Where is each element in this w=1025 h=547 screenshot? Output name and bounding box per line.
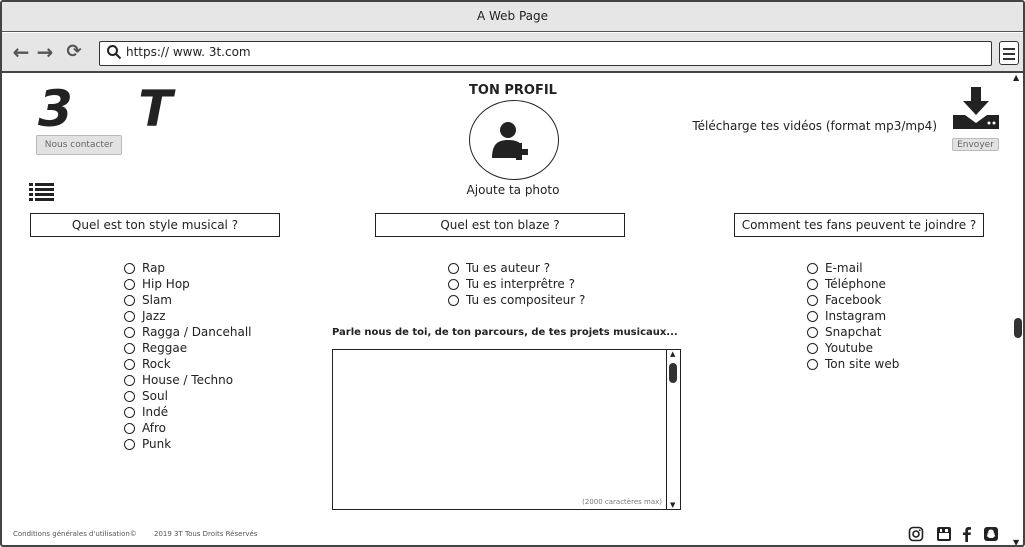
radio-icon [448,294,459,306]
search-icon [107,45,122,60]
window-title: A Web Page [2,2,1023,32]
style-options: Rap Hip Hop Slam Jazz Ragga / Dancehall … [124,260,252,452]
radio-contact-snapchat[interactable]: Snapchat [807,324,899,340]
radio-icon [124,262,135,274]
radio-style-rock[interactable]: Rock [124,356,252,372]
radio-contact-email[interactable]: E-mail [807,260,899,276]
download-text: Télécharge tes vidéos (format mp3/mp4) [692,119,937,133]
contact-button[interactable]: Nous contacter [36,135,122,155]
add-user-icon [492,122,528,160]
scroll-down-icon[interactable]: ▼ [670,501,675,509]
radio-icon [124,294,135,306]
radio-icon [124,310,135,322]
radio-role-performer[interactable]: Tu es interprêtre ? [448,276,585,292]
radio-style-slam[interactable]: Slam [124,292,252,308]
menu-icon[interactable] [999,41,1019,65]
back-arrow-icon[interactable]: ← [10,41,32,63]
youtube-icon[interactable] [936,526,952,542]
list-menu-icon[interactable] [29,182,55,202]
send-button[interactable]: Envoyer [952,138,999,151]
radio-style-jazz[interactable]: Jazz [124,308,252,324]
radio-icon [124,326,135,338]
add-photo-label: Ajoute ta photo [466,183,560,197]
radio-icon [124,358,135,370]
scroll-thumb[interactable] [1014,318,1022,338]
reload-icon[interactable]: ⟳ [63,41,85,63]
radio-icon [124,438,135,450]
radio-icon [807,342,818,354]
scroll-down-icon[interactable]: ▼ [1013,538,1019,545]
download-icon[interactable] [953,87,999,131]
profile-title: TON PROFIL [469,83,557,98]
radio-icon [124,374,135,386]
terms-link[interactable]: Conditions générales d'utilisation© [13,530,137,538]
radio-style-soul[interactable]: Soul [124,388,252,404]
page-scrollbar[interactable]: ▲ ▼ [1011,73,1023,545]
radio-contact-facebook[interactable]: Facebook [807,292,899,308]
radio-icon [807,294,818,306]
forward-arrow-icon[interactable]: → [34,41,56,63]
radio-style-house[interactable]: House / Techno [124,372,252,388]
char-counter: (2000 caractères max) [582,498,662,506]
radio-style-reggae[interactable]: Reggae [124,340,252,356]
radio-icon [807,358,818,370]
radio-style-afro[interactable]: Afro [124,420,252,436]
radio-icon [124,390,135,402]
url-text: https:// www. 3t.com [126,45,251,59]
browser-toolbar: ← → ⟳ https:// www. 3t.com [2,33,1023,73]
radio-icon [124,278,135,290]
textarea-scroll-thumb[interactable] [669,363,677,383]
radio-contact-website[interactable]: Ton site web [807,356,899,372]
browser-window: A Web Page ← → ⟳ https:// www. 3t.com ▲ … [0,0,1025,547]
address-bar[interactable]: https:// www. 3t.com [99,41,992,66]
instagram-icon[interactable] [908,526,924,542]
radio-icon [807,278,818,290]
snapchat-icon[interactable] [983,526,999,542]
radio-role-composer[interactable]: Tu es compositeur ? [448,292,585,308]
blaze-options: Tu es auteur ? Tu es interprêtre ? Tu es… [448,260,585,308]
radio-icon [807,262,818,274]
scroll-up-icon[interactable]: ▲ [1013,73,1019,82]
radio-style-hiphop[interactable]: Hip Hop [124,276,252,292]
url-scheme: https:// [126,45,170,59]
copyright-text: 2019 3T Tous Droits Réservés [154,530,258,538]
radio-style-punk[interactable]: Punk [124,436,252,452]
radio-contact-phone[interactable]: Téléphone [807,276,899,292]
radio-contact-instagram[interactable]: Instagram [807,308,899,324]
radio-icon [124,422,135,434]
site-logo: 3 T [38,80,197,138]
radio-icon [124,406,135,418]
radio-style-inde[interactable]: Indé [124,404,252,420]
radio-icon [807,310,818,322]
radio-icon [448,262,459,274]
about-textarea[interactable]: ▲ ▼ (2000 caractères max) [332,349,681,510]
url-host: www. 3t.com [172,45,251,59]
radio-icon [124,342,135,354]
radio-icon [448,278,459,290]
radio-role-author[interactable]: Tu es auteur ? [448,260,585,276]
radio-contact-youtube[interactable]: Youtube [807,340,899,356]
contact-options: E-mail Téléphone Facebook Instagram Snap… [807,260,899,372]
radio-style-rap[interactable]: Rap [124,260,252,276]
add-photo-button[interactable] [469,100,559,180]
about-label: Parle nous de toi, de ton parcours, de t… [332,327,678,338]
contact-question: Comment tes fans peuvent te joindre ? [734,213,984,237]
scroll-up-icon[interactable]: ▲ [670,350,675,358]
blaze-question: Quel est ton blaze ? [375,213,625,237]
radio-icon [807,326,818,338]
style-question: Quel est ton style musical ? [30,213,280,237]
textarea-scrollbar[interactable]: ▲ ▼ [666,350,680,509]
facebook-icon[interactable] [959,526,975,542]
radio-style-ragga[interactable]: Ragga / Dancehall [124,324,252,340]
